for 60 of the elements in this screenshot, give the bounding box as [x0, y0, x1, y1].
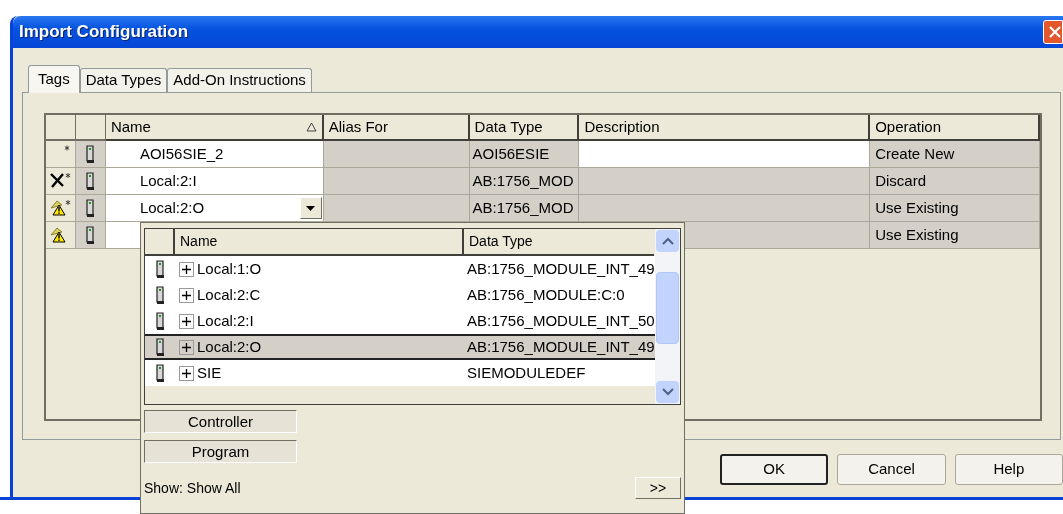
data-type-cell: AB:1756_MOD [469, 195, 580, 222]
module-icon [155, 363, 165, 383]
description-cell[interactable] [579, 141, 871, 168]
column-header[interactable]: Name [105, 115, 324, 141]
column-header[interactable]: Alias For [323, 115, 470, 141]
data-type-cell: AOI56ESIE [469, 141, 580, 168]
dropdown-button[interactable] [299, 197, 322, 219]
dialog-button[interactable]: Cancel [837, 454, 946, 485]
column-header[interactable]: Description [579, 115, 871, 141]
close-button[interactable] [1043, 20, 1063, 44]
tag-data-type: AB:1756_MODULE_INT_50 [466, 310, 655, 331]
operation-cell[interactable]: Create New [870, 141, 1040, 168]
dialog-button[interactable]: OK [720, 454, 829, 485]
data-type-cell: AB:1756_MOD [469, 168, 580, 195]
tag-data-type: AB:1756_MODULE:C:0 [466, 284, 625, 305]
expand-icon[interactable] [179, 313, 194, 329]
column-header[interactable]: Data Type [469, 115, 580, 141]
expand-icon[interactable] [179, 261, 194, 277]
tag-name: SIE [197, 362, 222, 383]
module-icon [85, 144, 95, 164]
operation-cell[interactable]: Use Existing [870, 222, 1040, 249]
module-icon [155, 285, 165, 305]
column-header[interactable]: Operation [870, 115, 1040, 141]
module-icon [85, 198, 95, 218]
tab[interactable]: Data Types [79, 68, 168, 92]
tag-data-type: AB:1756_MODULE_INT_49 [466, 258, 655, 279]
expand-icon[interactable] [179, 287, 194, 303]
name-cell[interactable]: Local:2:O [105, 195, 324, 222]
scroll-thumb[interactable] [656, 272, 679, 344]
tag-data-type: AB:1756_MODULE_INT_49 [466, 336, 655, 357]
module-icon [155, 337, 165, 357]
tab[interactable]: Tags [28, 65, 80, 93]
module-icon [155, 259, 165, 279]
scope-button[interactable]: Controller [144, 410, 297, 433]
expand-icon[interactable] [179, 339, 194, 355]
name-cell[interactable]: Local:2:I [105, 168, 324, 195]
window-title: Import Configuration [19, 21, 189, 44]
more-button[interactable]: >> [635, 477, 681, 499]
tag-name: Local:2:C [197, 284, 261, 305]
scroll-up-button[interactable] [656, 230, 679, 252]
module-icon [155, 311, 165, 331]
module-icon [85, 225, 95, 245]
operation-cell[interactable]: Discard [870, 168, 1040, 195]
name-cell[interactable]: AOI56SIE_2 [105, 141, 324, 168]
dialog-button[interactable]: Help [954, 454, 1063, 485]
tag-name: Local:2:I [197, 310, 254, 331]
operation-cell[interactable]: Use Existing [870, 195, 1040, 222]
tag-name: Local:1:O [197, 258, 262, 279]
show-filter-label: Show: Show All [144, 478, 241, 498]
close-icon [1048, 25, 1062, 39]
scope-button[interactable]: Program [144, 440, 297, 463]
tab[interactable]: Add-On Instructions [167, 68, 312, 92]
tag-list-row[interactable]: Local:2:O AB:1756_MODULE_INT_49 [145, 334, 656, 360]
tag-name: Local:2:O [197, 336, 262, 357]
caret-icon [306, 205, 316, 211]
expand-icon[interactable] [179, 365, 194, 381]
tag-data-type: SIEMODULEDEF [466, 362, 586, 383]
scrollbar[interactable] [655, 229, 680, 404]
module-icon [85, 171, 95, 191]
scroll-down-button[interactable] [656, 381, 679, 403]
